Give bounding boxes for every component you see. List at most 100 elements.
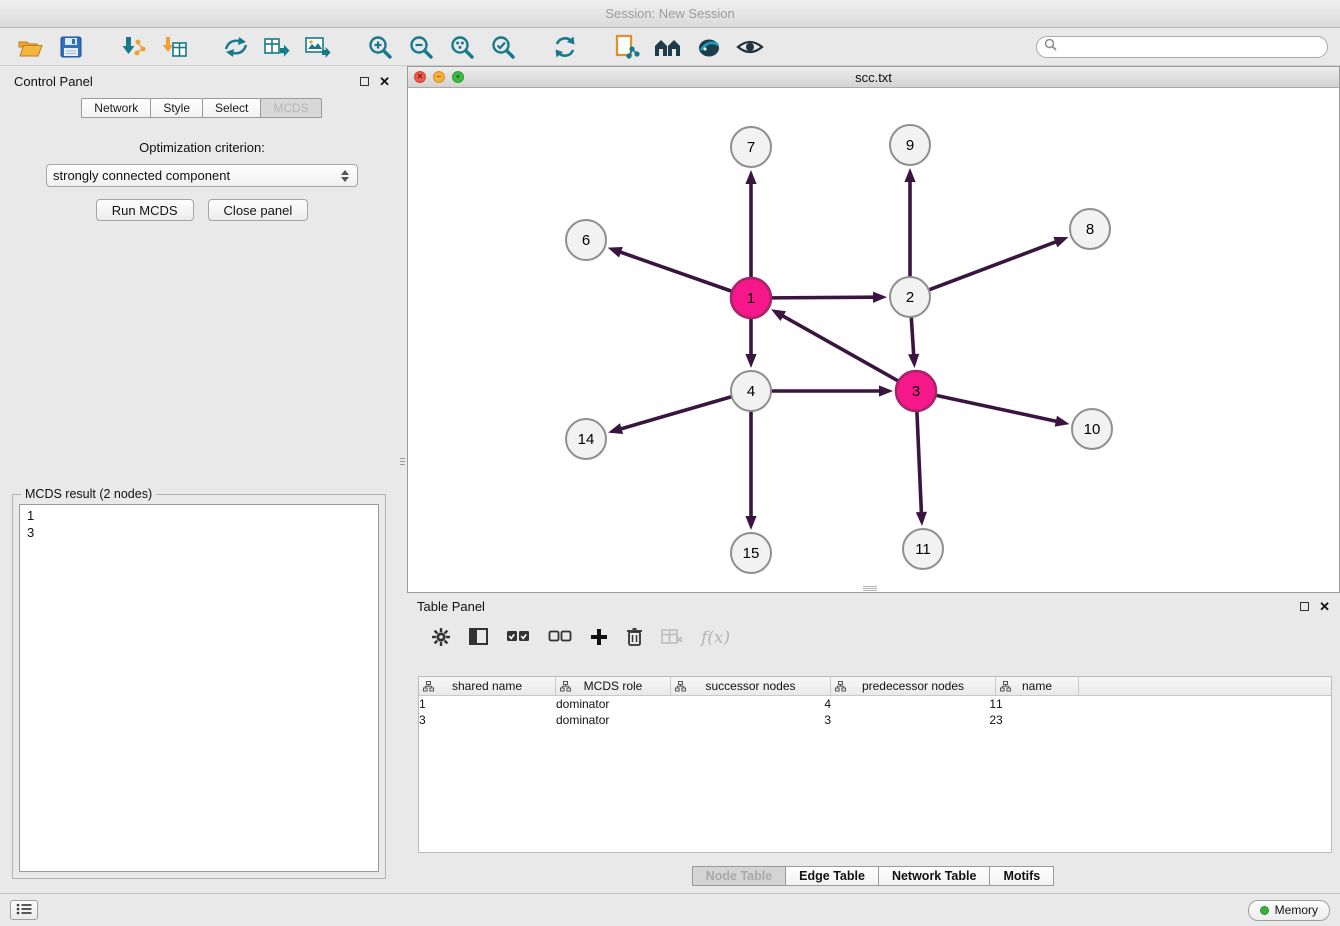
apply-style-button[interactable] [691,32,727,62]
column-header-label: name [1022,679,1052,693]
optimization-criterion-label: Optimization criterion: [6,140,398,155]
zoom-fit-icon [449,34,475,60]
show-graphics-details-button[interactable] [732,32,768,62]
search-input[interactable] [1062,40,1320,54]
table-cell[interactable]: 4 [671,697,831,711]
window-minimize-icon[interactable]: − [433,71,445,83]
show-columns-button[interactable] [469,628,488,648]
delete-table-button[interactable] [661,629,683,647]
network-window-titlebar[interactable]: scc.txt ✕ − + [408,67,1339,88]
tab-select[interactable]: Select [202,98,261,118]
column-header-predecessor-nodes[interactable]: predecessor nodes [831,677,996,696]
graph-edge-3-11[interactable] [917,411,922,514]
close-panel-icon[interactable]: ✕ [379,75,390,88]
import-network-file-button[interactable] [115,32,151,62]
tab-mcds[interactable]: MCDS [260,98,321,118]
mcds-result-title: MCDS result (2 nodes) [21,487,156,501]
graph-edge-1-2[interactable] [771,297,875,298]
table-panel-tabs: Node TableEdge TableNetwork TableMotifs [407,866,1340,886]
zoom-selected-button[interactable] [485,32,521,62]
graph-edge-1-6[interactable] [619,252,732,292]
zoom-out-button[interactable] [403,32,439,62]
table-row[interactable]: 3dominator323 [419,712,1331,728]
graph-edge-2-8[interactable] [929,241,1058,290]
tab-edge-table[interactable]: Edge Table [785,866,879,886]
title-bar: Session: New Session [0,0,1340,28]
mcds-result-text[interactable]: 1 3 [19,504,379,872]
graph-node-label: 11 [915,541,931,558]
table-cell[interactable]: 3 [996,713,1079,727]
horizontal-splitter-grip-icon[interactable] [863,585,877,592]
select-all-rows-button[interactable] [506,630,530,646]
table-cell[interactable]: dominator [556,713,671,727]
table-cell[interactable]: 1 [996,697,1079,711]
panel-list-button[interactable] [10,900,38,920]
zoom-in-icon [367,34,393,60]
graph-edge-3-10[interactable] [936,395,1058,421]
export-table-button[interactable] [259,32,295,62]
zoom-in-button[interactable] [362,32,398,62]
import-table-file-button[interactable] [156,32,192,62]
first-neighbors-button[interactable] [650,32,686,62]
table-cell[interactable]: dominator [556,697,671,711]
window-controls: ✕ − + [414,71,464,83]
table-cell[interactable]: 1 [419,697,556,711]
close-table-panel-icon[interactable]: ✕ [1319,600,1330,613]
delete-row-button[interactable] [626,627,643,649]
criterion-dropdown-value: strongly connected component [53,168,230,183]
vertical-splitter[interactable] [398,66,407,893]
table-cell[interactable]: 1 [831,697,996,711]
network-canvas[interactable]: 7968124314101511 [408,88,1339,592]
export-image-button[interactable] [300,32,336,62]
save-session-button[interactable] [53,32,89,62]
graph-node-label: 6 [582,232,590,249]
deselect-all-rows-button[interactable] [548,630,572,646]
graph-edge-3-1[interactable] [781,315,898,381]
graph-node-label: 4 [747,383,755,400]
shared-column-icon [423,681,434,695]
close-panel-button[interactable]: Close panel [208,199,309,221]
memory-label: Memory [1275,903,1318,917]
run-mcds-button[interactable]: Run MCDS [96,199,194,221]
tab-motifs[interactable]: Motifs [989,866,1054,886]
table-body: 1dominator4113dominator323 [419,696,1331,728]
network-window-title: scc.txt [408,70,1339,85]
refresh-view-button[interactable] [547,32,583,62]
tab-network[interactable]: Network [81,98,151,118]
column-header-MCDS-role[interactable]: MCDS role [556,677,671,696]
float-panel-icon[interactable] [360,77,369,86]
apply-function-button[interactable]: f(x) [701,628,730,648]
table-cell[interactable]: 2 [831,713,996,727]
node-table[interactable]: shared nameMCDS rolesuccessor nodesprede… [418,676,1332,853]
graph-edge-4-14[interactable] [620,397,732,430]
window-close-icon[interactable]: ✕ [414,71,426,83]
tab-network-table[interactable]: Network Table [878,866,991,886]
open-folder-icon [17,36,43,58]
zoom-out-icon [408,34,434,60]
tab-style[interactable]: Style [150,98,203,118]
search-container [1036,36,1328,58]
open-network-document-button[interactable] [609,32,645,62]
graph-edge-2-3[interactable] [911,317,913,356]
table-row[interactable]: 1dominator411 [419,696,1331,712]
share-network-button[interactable] [218,32,254,62]
memory-button[interactable]: Memory [1248,900,1330,921]
search-icon [1044,38,1057,56]
zoom-fit-button[interactable] [444,32,480,62]
first-neighbors-icon [653,35,683,59]
search-box[interactable] [1036,36,1328,58]
float-table-panel-icon[interactable] [1300,602,1309,611]
tab-node-table[interactable]: Node Table [692,866,786,886]
open-session-button[interactable] [12,32,48,62]
network-document-icon [614,34,640,60]
table-settings-button[interactable] [431,627,451,650]
criterion-dropdown[interactable]: strongly connected component [46,164,358,187]
column-header-name[interactable]: name [996,677,1079,696]
column-header-successor-nodes[interactable]: successor nodes [671,677,831,696]
table-cell[interactable]: 3 [419,713,556,727]
column-header-shared-name[interactable]: shared name [419,677,556,696]
add-row-button[interactable] [590,628,608,649]
window-maximize-icon[interactable]: + [452,71,464,83]
table-cell[interactable]: 3 [671,713,831,727]
control-panel-window-icons: ✕ [360,75,390,88]
